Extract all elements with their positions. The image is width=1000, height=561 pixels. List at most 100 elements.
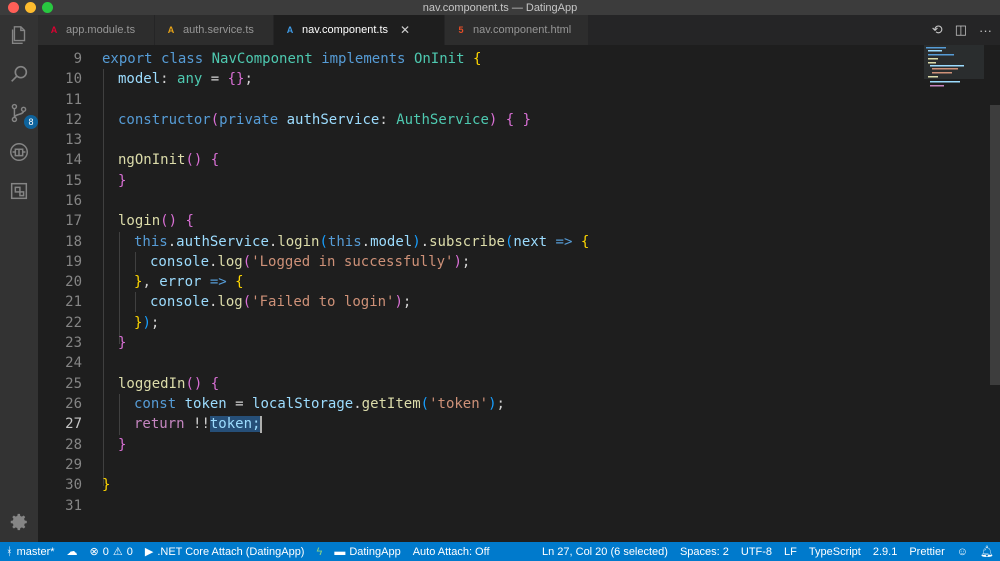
end-of-line[interactable]: LF xyxy=(778,542,803,561)
line-number: 13 xyxy=(65,132,82,148)
line-number: 17 xyxy=(65,213,82,229)
line-number: 23 xyxy=(65,335,82,351)
code-line: this.authService.login(this.model).subsc… xyxy=(134,234,590,250)
encoding[interactable]: UTF-8 xyxy=(735,542,778,561)
editor-tabs: A app.module.ts A auth.service.ts A nav.… xyxy=(38,15,1000,45)
code-line-current: return !!token; xyxy=(134,415,263,433)
tab-auth-service[interactable]: A auth.service.ts xyxy=(155,15,274,45)
angular-icon: A xyxy=(167,25,175,35)
warning-icon: ⚠ xyxy=(112,546,123,558)
html5-icon: 5 xyxy=(458,25,464,35)
title-bar: nav.component.ts — DatingApp xyxy=(0,0,1000,15)
indent-guide xyxy=(119,394,120,435)
code-line: ngOnInit() { xyxy=(118,152,220,168)
code-line: }); xyxy=(134,315,160,331)
code-line: loggedIn() { xyxy=(118,376,220,392)
tab-nav-component-html[interactable]: 5 nav.component.html xyxy=(445,15,589,45)
close-tab-icon[interactable]: ✕ xyxy=(400,23,410,37)
indent-guide xyxy=(135,292,136,312)
branch-icon: ᚼ xyxy=(6,545,13,558)
text-cursor xyxy=(260,415,263,433)
minimize-window-button[interactable] xyxy=(25,2,36,13)
window-controls xyxy=(8,2,53,13)
more-actions-icon[interactable]: ··· xyxy=(979,23,992,38)
code-line: } xyxy=(118,335,127,351)
angular-icon: A xyxy=(286,25,294,35)
editor-actions: ⟲ ◫ ··· xyxy=(932,15,992,45)
bell-icon: 🔔︎ xyxy=(980,546,994,558)
line-number: 20 xyxy=(65,274,82,290)
window-title: nav.component.ts — DatingApp xyxy=(422,1,578,14)
status-bar: ᚼ master* ☁ ⊗ 0 ⚠ 0 ▶ .NET Core Attach (… xyxy=(0,542,1000,561)
close-window-button[interactable] xyxy=(8,2,19,13)
line-number: 10 xyxy=(65,71,82,87)
line-number: 9 xyxy=(73,51,82,67)
typescript-version[interactable]: 2.9.1 xyxy=(867,542,903,561)
play-icon: ▶ xyxy=(144,546,154,558)
source-control-badge: 8 xyxy=(24,115,38,129)
live-share-button[interactable]: ϟ xyxy=(310,542,328,561)
indent-guide xyxy=(103,69,104,486)
line-number: 26 xyxy=(65,396,82,412)
code-line: } xyxy=(118,437,127,453)
open-changes-icon[interactable]: ⟲ xyxy=(932,22,943,38)
sync-cloud-icon: ☁ xyxy=(66,546,78,558)
tab-app-module[interactable]: A app.module.ts xyxy=(38,15,155,45)
tab-label: nav.component.html xyxy=(473,24,572,36)
line-number: 12 xyxy=(65,112,82,128)
code-editor[interactable]: 9 10 11 12 13 14 15 16 17 18 19 20 21 22… xyxy=(38,45,1000,542)
debug-configuration[interactable]: ▶ .NET Core Attach (DatingApp) xyxy=(139,542,311,561)
code-line: console.log('Logged in successfully'); xyxy=(150,254,471,270)
indentation[interactable]: Spaces: 2 xyxy=(674,542,735,561)
line-number: 22 xyxy=(65,315,82,331)
auto-attach-toggle[interactable]: Auto Attach: Off xyxy=(407,542,496,561)
notifications-button[interactable]: 🔔︎ xyxy=(974,542,1000,561)
tab-label: auth.service.ts xyxy=(183,24,254,36)
indent-guide xyxy=(119,232,120,344)
line-number: 28 xyxy=(65,437,82,453)
line-number: 30 xyxy=(65,477,82,493)
minimap[interactable] xyxy=(924,45,984,105)
workspace-folder[interactable]: ▬ DatingApp xyxy=(328,542,406,561)
line-number: 11 xyxy=(65,92,82,108)
line-number: 29 xyxy=(65,457,82,473)
formatter[interactable]: Prettier xyxy=(903,542,950,561)
search-icon[interactable] xyxy=(7,62,31,86)
git-branch[interactable]: ᚼ master* xyxy=(0,542,61,561)
sync-button[interactable]: ☁ xyxy=(61,542,84,561)
feedback-button[interactable]: ☺ xyxy=(951,542,974,561)
source-control-icon[interactable]: 8 xyxy=(7,101,38,129)
editor-scrollbar[interactable] xyxy=(990,45,1000,542)
maximize-window-button[interactable] xyxy=(42,2,53,13)
line-number: 16 xyxy=(65,193,82,209)
code-line: } xyxy=(102,477,111,493)
code-line: export class NavComponent implements OnI… xyxy=(102,51,482,67)
tab-nav-component-ts[interactable]: A nav.component.ts ✕ xyxy=(274,15,445,45)
line-number: 21 xyxy=(65,294,82,310)
line-number: 15 xyxy=(65,173,82,189)
activity-bar: 8 xyxy=(0,15,38,542)
split-editor-icon[interactable]: ◫ xyxy=(955,22,967,38)
explorer-icon[interactable] xyxy=(7,23,31,47)
code-line: model: any = {}; xyxy=(118,71,253,87)
language-mode[interactable]: TypeScript xyxy=(803,542,867,561)
tab-label: app.module.ts xyxy=(66,24,136,36)
indent-guide xyxy=(135,252,136,272)
folder-icon: ▬ xyxy=(334,545,346,558)
line-number: 24 xyxy=(65,355,82,371)
line-number: 14 xyxy=(65,152,82,168)
code-line: constructor(private authService: AuthSer… xyxy=(118,112,532,128)
problems-indicator[interactable]: ⊗ 0 ⚠ 0 xyxy=(84,542,139,561)
debug-icon[interactable] xyxy=(7,140,31,164)
code-line: }, error => { xyxy=(134,274,244,290)
line-number: 19 xyxy=(65,254,82,270)
error-icon: ⊗ xyxy=(89,546,99,558)
code-line: login() { xyxy=(118,213,194,229)
cursor-position[interactable]: Ln 27, Col 20 (6 selected) xyxy=(536,542,674,561)
settings-gear-icon[interactable] xyxy=(7,510,31,534)
tab-label: nav.component.ts xyxy=(302,24,389,36)
text-selection: token; xyxy=(209,416,261,432)
extensions-icon[interactable] xyxy=(7,179,31,203)
line-number: 18 xyxy=(65,234,82,250)
scrollbar-thumb[interactable] xyxy=(990,105,1000,385)
